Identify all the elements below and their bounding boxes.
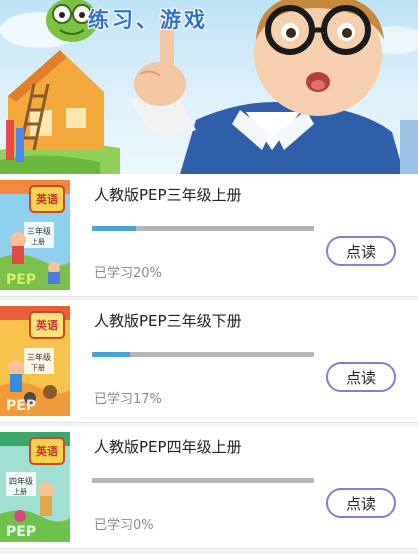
progress-bar [92, 226, 314, 231]
progress-text: 已学习20% [94, 266, 162, 281]
book-cover-image[interactable]: PEP 英语 三年级 下册 [0, 306, 70, 416]
list-item[interactable]: PEP 英语 三年级 下册 人教版PEP三年级下册 已学习17% 点读 [0, 300, 418, 423]
cover-subject: 英语 [36, 193, 58, 206]
cover-grade: 三年级 [27, 227, 51, 236]
book-list: PEP 英语 三年级 上册 人教版PEP三年级上册 已学习20% 点读 PEP … [0, 174, 418, 554]
app-page: 练习、游戏 PEP 英语 三年级 上册 人教版PEP三年级上册 已学习20% 点… [0, 0, 418, 554]
cover-grade: 四年级 [9, 477, 33, 486]
read-aloud-button[interactable]: 点读 [326, 236, 396, 266]
read-aloud-button[interactable]: 点读 [326, 488, 396, 518]
book-title[interactable]: 人教版PEP四年级上册 [94, 436, 242, 457]
progress-fill [92, 226, 137, 231]
promo-banner[interactable]: 练习、游戏 [0, 0, 418, 174]
progress-fill [92, 352, 130, 357]
book-cover-image[interactable]: PEP 英语 四年级 上册 [0, 432, 70, 542]
banner-illustration [0, 0, 418, 174]
svg-text:PEP: PEP [6, 398, 36, 414]
cover-term: 上册 [13, 488, 27, 496]
list-item[interactable]: PEP 英语 四年级 上册 人教版PEP四年级上册 已学习0% 点读 [0, 426, 418, 549]
book-title[interactable]: 人教版PEP三年级下册 [94, 310, 242, 331]
cover-subject: 英语 [36, 319, 58, 332]
svg-text:PEP: PEP [6, 524, 36, 540]
cover-term: 下册 [31, 364, 45, 372]
progress-bar [92, 352, 314, 357]
svg-text:PEP: PEP [6, 272, 36, 288]
progress-bar [92, 478, 314, 483]
progress-text: 已学习0% [94, 518, 154, 533]
progress-text: 已学习17% [94, 392, 162, 407]
read-aloud-button[interactable]: 点读 [326, 362, 396, 392]
list-item[interactable]: PEP 英语 三年级 上册 人教版PEP三年级上册 已学习20% 点读 [0, 174, 418, 297]
book-cover-image[interactable]: PEP 英语 三年级 上册 [0, 180, 70, 290]
book-title[interactable]: 人教版PEP三年级上册 [94, 184, 242, 205]
cover-grade: 三年级 [27, 353, 51, 362]
cover-term: 上册 [31, 238, 45, 246]
banner-title: 练习、游戏 [88, 8, 208, 32]
cover-subject: 英语 [36, 445, 58, 458]
